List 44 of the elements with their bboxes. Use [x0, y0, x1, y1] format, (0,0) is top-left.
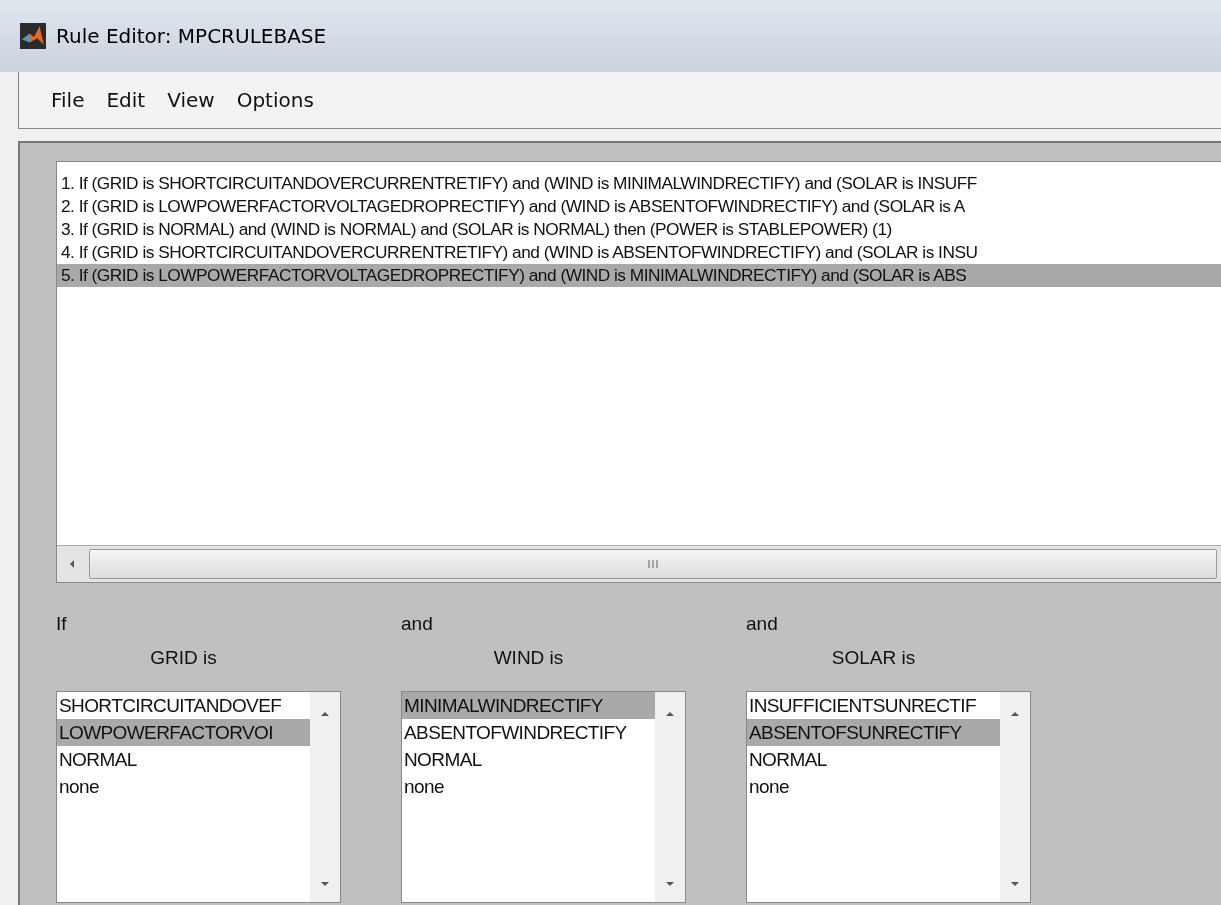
rule-item[interactable]: 5. If (GRID is LOWPOWERFACTORVOLTAGEDROPRECTIFY) and (WIND is MINIMALWINDRECTIFY) and (SOLAR is ABS [57, 264, 1221, 287]
menu-item[interactable]: Edit [106, 88, 146, 112]
list-item[interactable]: NORMAL [747, 746, 1000, 773]
rule-list[interactable] [56, 161, 1221, 583]
variable-label: WIND is [493, 647, 564, 669]
rule-item[interactable]: 3. If (GRID is NORMAL) and (WIND is NORMAL) and (SOLAR is NORMAL) then (POWER is STABLEPOWER) (1) [57, 218, 1221, 241]
scroll-down-icon[interactable] [1010, 880, 1020, 888]
variable-label: GRID is [150, 647, 217, 669]
menu-item[interactable]: View [167, 88, 215, 112]
window-title: Rule Editor: MPCRULEBASE [56, 24, 327, 48]
list-item[interactable]: NORMAL [57, 746, 310, 773]
rule-item[interactable]: 4. If (GRID is SHORTCIRCUITANDOVERCURRENTRETIFY) and (WIND is ABSENTOFWINDRECTIFY) and (SOLAR is INSU [57, 241, 1221, 264]
scroll-thumb[interactable] [89, 549, 1217, 579]
list-item[interactable]: none [57, 773, 310, 800]
vertical-scrollbar[interactable] [1000, 692, 1030, 902]
scroll-down-icon[interactable] [665, 880, 675, 888]
vertical-scrollbar[interactable] [310, 692, 340, 902]
list-item[interactable]: none [747, 773, 1000, 800]
scroll-up-icon[interactable] [320, 710, 330, 718]
connector-label: and [401, 613, 434, 635]
membership-list[interactable]: MINIMALWINDRECTIFY ABSENTOFWINDRECTIFY NORMAL none [401, 691, 686, 903]
membership-list[interactable]: INSUFFICIENTSUNRECTIF ABSENTOFSUNRECTIFY NORMAL none [746, 691, 1031, 903]
list-item[interactable]: MINIMALWINDRECTIFY [402, 692, 655, 719]
list-item[interactable]: NORMAL [402, 746, 655, 773]
scroll-down-icon[interactable] [320, 880, 330, 888]
scroll-up-icon[interactable] [1010, 710, 1020, 718]
rule-item[interactable]: 1. If (GRID is SHORTCIRCUITANDOVERCURRENTRETIFY) and (WIND is MINIMALWINDRECTIFY) and (SOLAR is INSUFF [57, 172, 1221, 195]
vertical-scrollbar[interactable] [655, 692, 685, 902]
list-item[interactable]: none [402, 773, 655, 800]
list-item[interactable]: LOWPOWERFACTORVOI [57, 719, 310, 746]
list-item[interactable]: INSUFFICIENTSUNRECTIF [747, 692, 1000, 719]
menu-item[interactable]: Options [236, 88, 314, 112]
connector-label: If [56, 613, 68, 635]
horizontal-scrollbar[interactable] [57, 545, 1221, 582]
list-item[interactable]: ABSENTOFSUNRECTIFY [747, 719, 1000, 746]
grip-icon [647, 559, 659, 569]
rule-item[interactable]: 2. If (GRID is LOWPOWERFACTORVOLTAGEDROPRECTIFY) and (WIND is ABSENTOFWINDRECTIFY) and (SOLAR is A [57, 195, 1221, 218]
connector-label: and [746, 613, 779, 635]
list-item[interactable]: ABSENTOFWINDRECTIFY [402, 719, 655, 746]
list-item[interactable]: SHORTCIRCUITANDOVEF [57, 692, 310, 719]
membership-list[interactable]: SHORTCIRCUITANDOVEF LOWPOWERFACTORVOI NORMAL none [56, 691, 341, 903]
variable-label: SOLAR is [831, 647, 916, 669]
scroll-up-icon[interactable] [665, 710, 675, 718]
menu-item[interactable]: File [51, 88, 85, 112]
